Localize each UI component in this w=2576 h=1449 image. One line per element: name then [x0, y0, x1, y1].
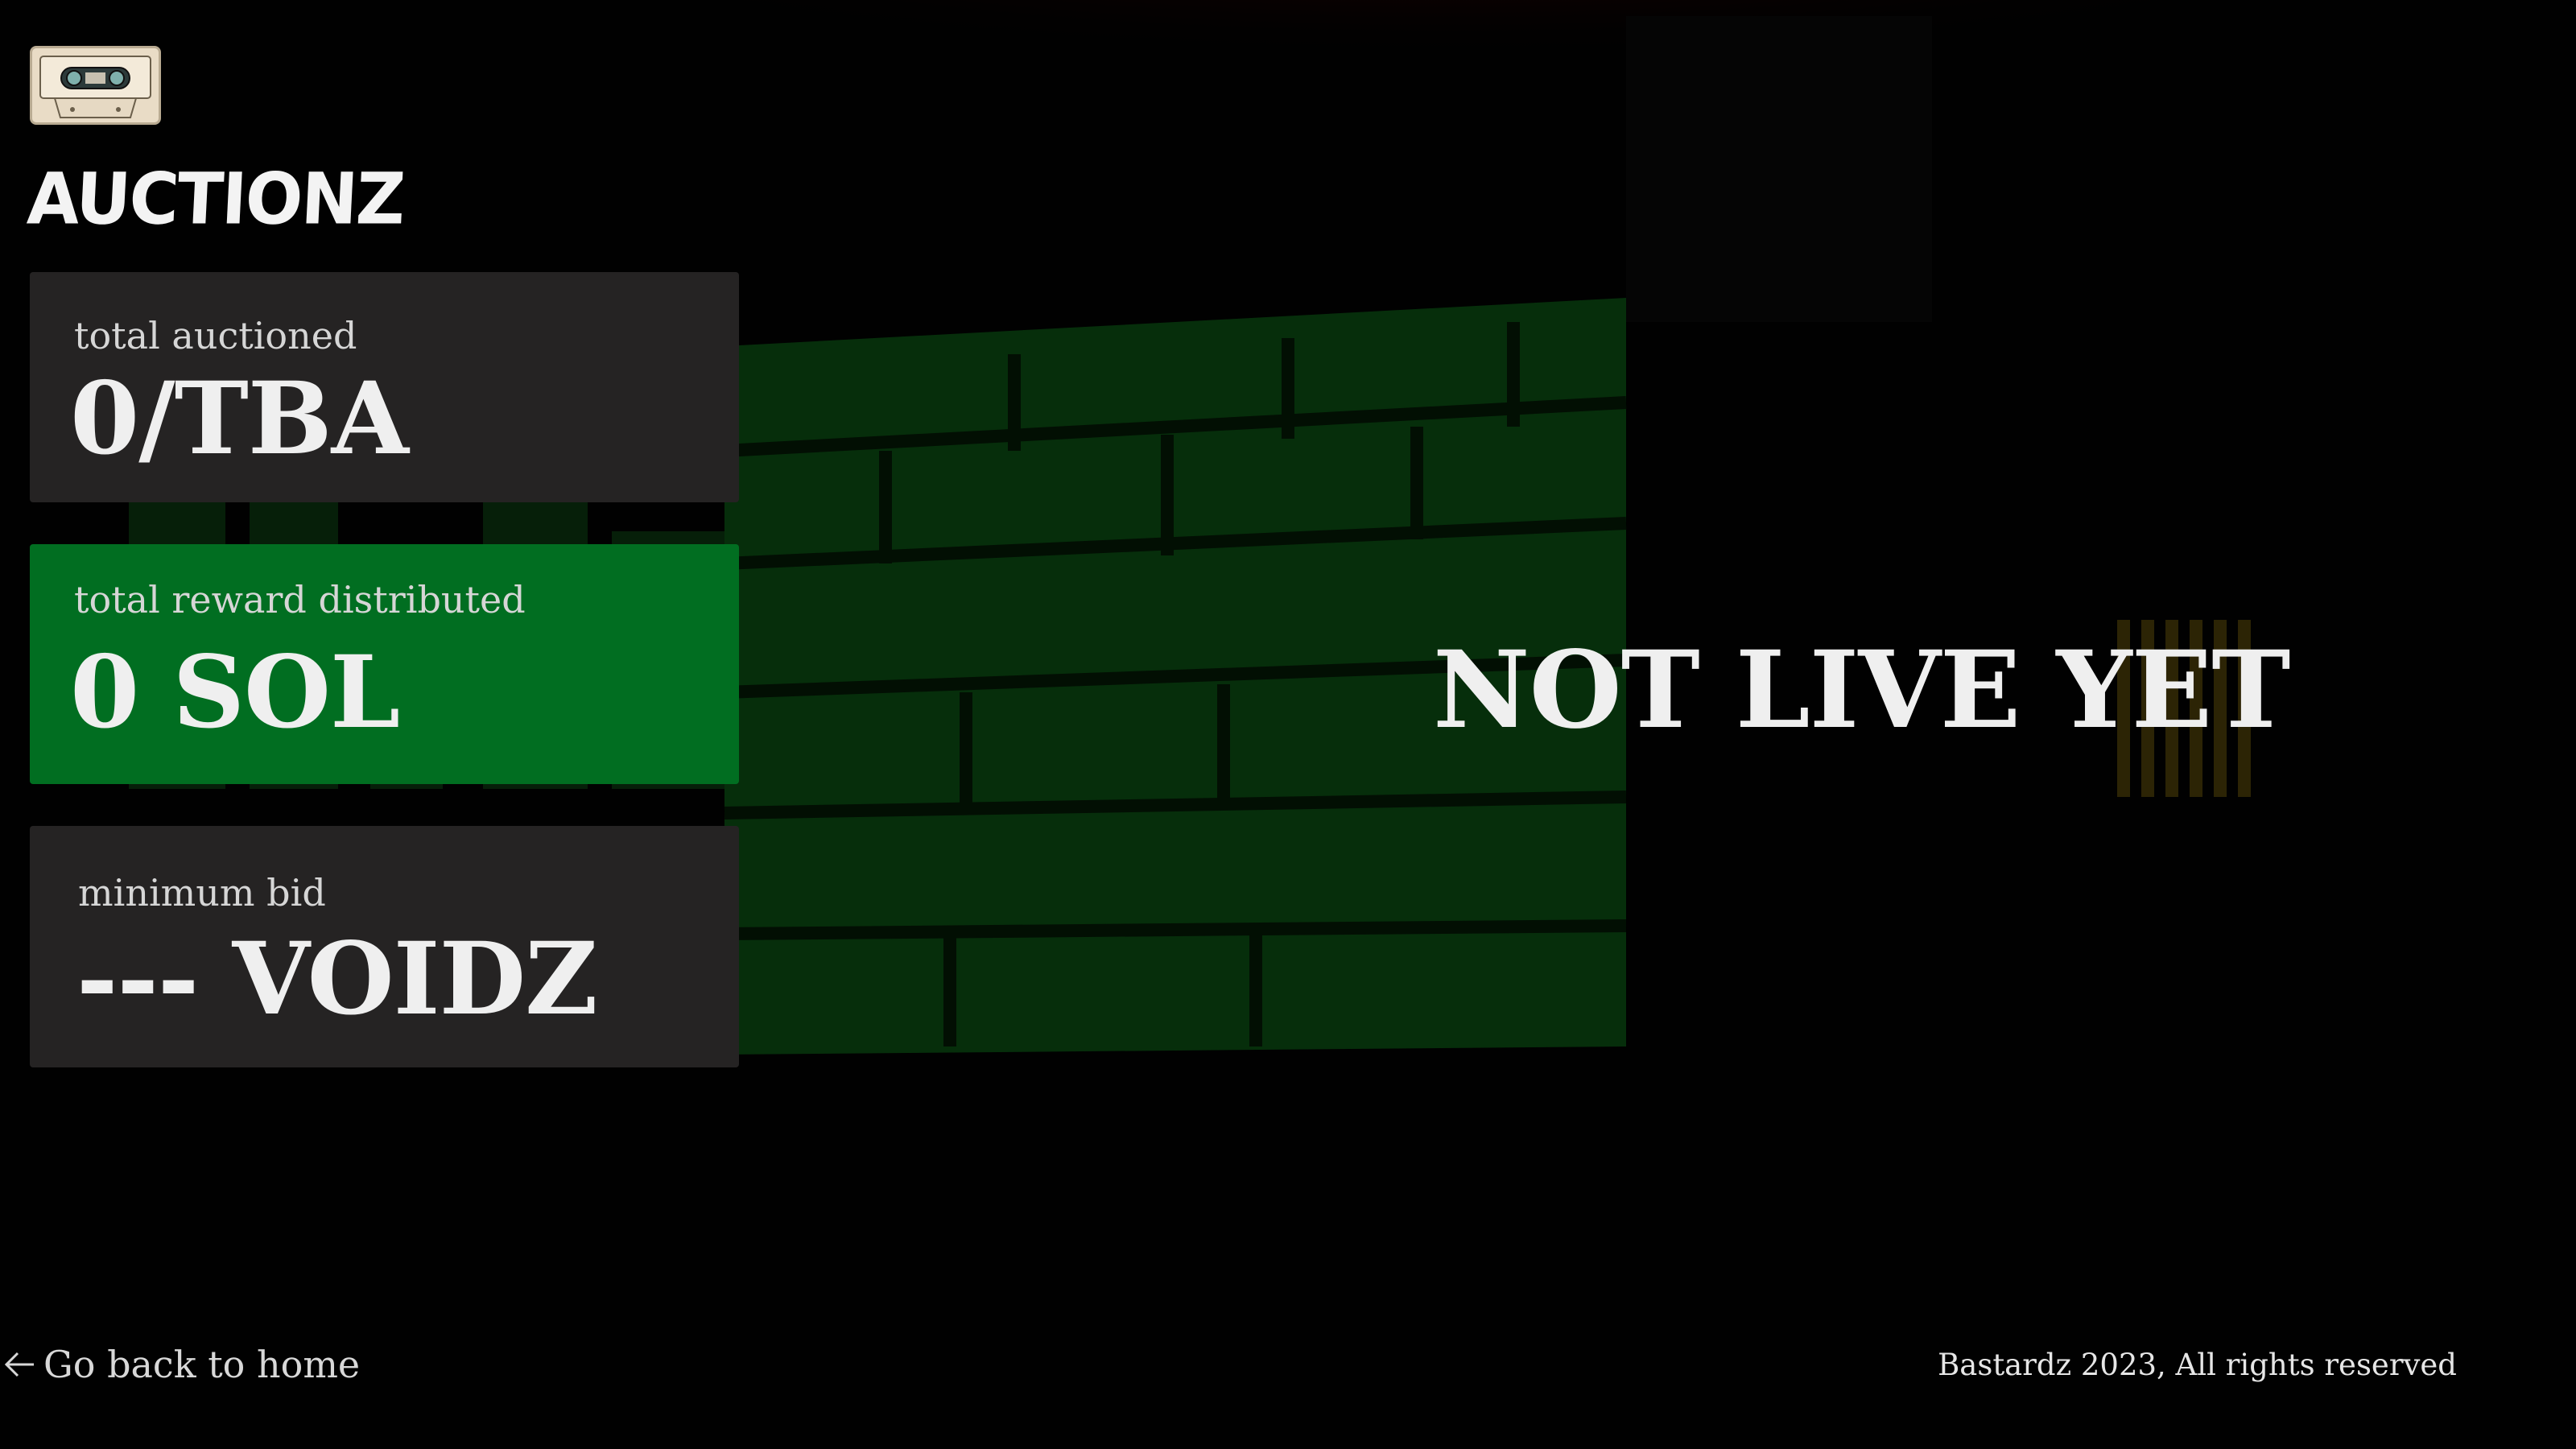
- auction-status: NOT LIVE YET: [1433, 628, 2290, 753]
- total-reward-label: total reward distributed: [74, 578, 526, 621]
- cassette-tape-icon[interactable]: [30, 46, 161, 125]
- page-title: AUCTIONZ: [25, 157, 407, 241]
- total-auctioned-label: total auctioned: [74, 314, 357, 357]
- go-back-home-label: Go back to home: [43, 1343, 361, 1386]
- go-back-home-link[interactable]: Go back to home: [3, 1343, 360, 1386]
- minimum-bid-card: minimum bid --- VOIDZ: [30, 826, 739, 1067]
- total-auctioned-card: total auctioned 0/TBA: [30, 272, 739, 502]
- arrow-left-icon: [4, 1352, 34, 1377]
- total-reward-value: 0 SOL: [70, 634, 400, 751]
- total-reward-card: total reward distributed 0 SOL: [30, 544, 739, 784]
- total-auctioned-value: 0/TBA: [70, 361, 409, 477]
- auction-page: AUCTIONZ total auctioned 0/TBA total rew…: [0, 0, 2576, 1449]
- minimum-bid-value: --- VOIDZ: [76, 921, 598, 1038]
- copyright-text: Bastardz 2023, All rights reserved: [1938, 1348, 2457, 1382]
- minimum-bid-label: minimum bid: [78, 871, 326, 914]
